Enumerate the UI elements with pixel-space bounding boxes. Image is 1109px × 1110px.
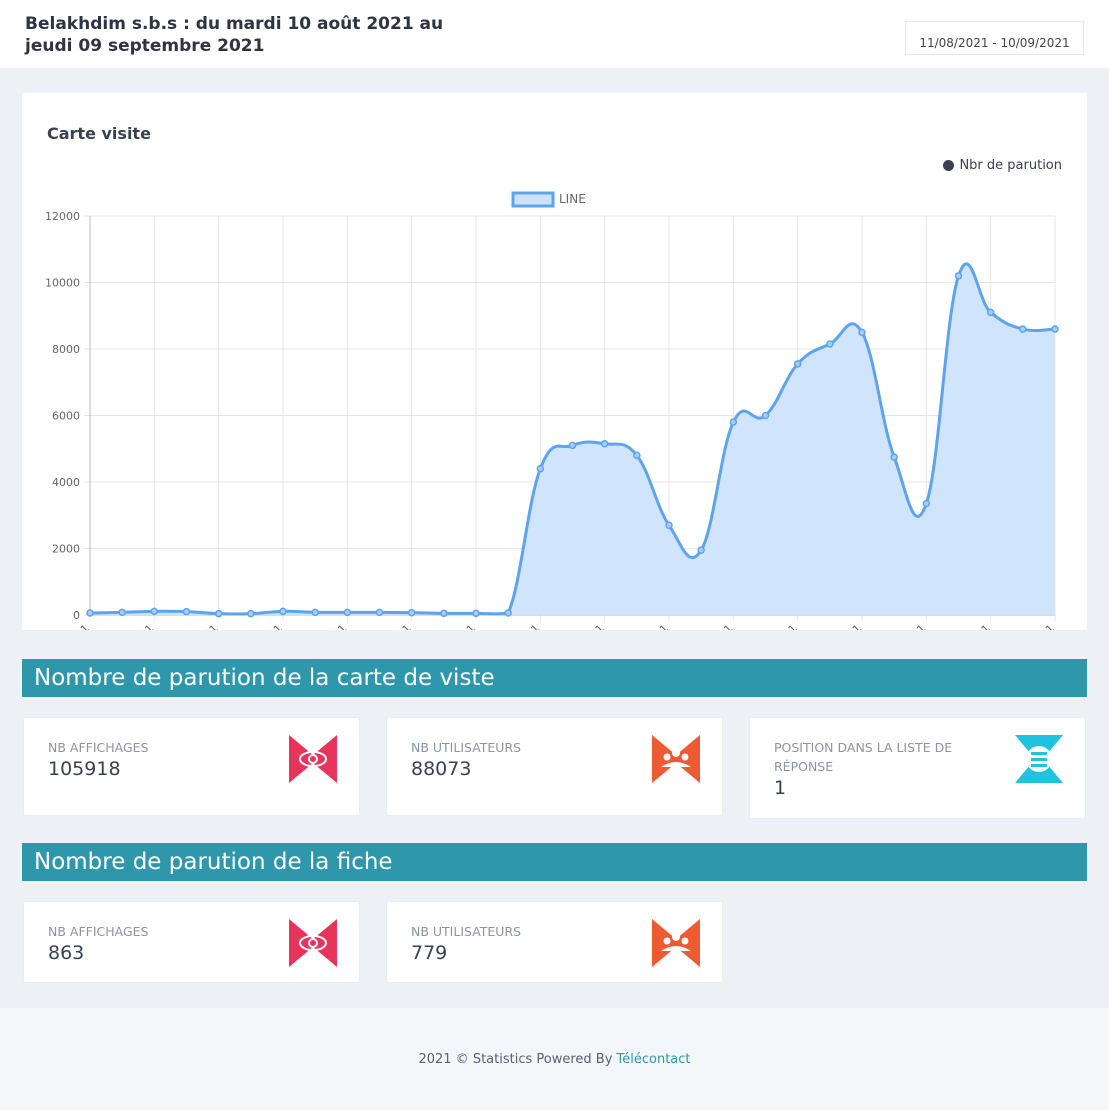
users-icon: [652, 919, 700, 967]
x-tick-label: 09-2021: [887, 622, 929, 630]
data-point[interactable]: [247, 609, 255, 618]
stat-label: NB AFFICHAGES: [48, 924, 149, 939]
y-tick-label: 8000: [52, 343, 80, 356]
line-chart: 0 2000 4000 6000 8000 10000 12000 08-2021 08-20…: [45, 191, 1059, 630]
x-tick-label: 09-2021: [1015, 622, 1057, 630]
stat-label: NB AFFICHAGES: [48, 740, 149, 755]
x-tick-label: 09-2021: [822, 622, 864, 630]
fiche-affichages-card: NB AFFICHAGES 863: [23, 901, 360, 983]
carte-utilisateurs-card: NB UTILISATEURS 88073: [386, 717, 723, 816]
chart-card: Carte visite Nbr de parution 0 2000 4000 60…: [22, 93, 1087, 630]
fiche-section-header: Nombre de parution de la fiche: [22, 843, 1087, 881]
footer-text: 2021 © Statistics Powered By Télécontact: [0, 1052, 1109, 1067]
x-tick-label: 08-2021: [179, 622, 221, 630]
stat-value: 779: [411, 942, 448, 964]
data-point[interactable]: [311, 608, 319, 617]
data-point[interactable]: [440, 609, 448, 618]
stat-value: 88073: [411, 758, 472, 780]
data-point[interactable]: [600, 440, 609, 448]
carte-section-header: Nombre de parution de la carte de viste: [22, 659, 1087, 697]
footer: 2021 © Statistics Powered By Télécontact: [0, 1008, 1109, 1110]
x-tick-label: 08-2021: [243, 622, 285, 630]
data-point[interactable]: [633, 451, 641, 460]
data-point[interactable]: [407, 608, 416, 617]
x-tick-label: 08-2021: [50, 622, 92, 630]
data-point[interactable]: [729, 418, 738, 426]
y-tick-label: 10000: [45, 277, 80, 290]
x-tick-label: 08-2021: [501, 622, 543, 630]
data-point[interactable]: [890, 453, 898, 461]
data-point[interactable]: [761, 411, 770, 420]
eye-icon: [289, 919, 337, 967]
y-tick-label: 6000: [52, 410, 80, 423]
data-point[interactable]: [1051, 325, 1059, 333]
stat-value: 863: [48, 942, 85, 964]
data-point[interactable]: [793, 360, 802, 368]
data-point[interactable]: [858, 328, 866, 337]
y-tick-label: 0: [73, 609, 80, 622]
data-point[interactable]: [536, 464, 545, 473]
x-tick-label: 08-2021: [629, 622, 671, 630]
data-point[interactable]: [697, 546, 705, 554]
data-point[interactable]: [954, 272, 963, 280]
carte-affichages-card: NB AFFICHAGES 105918: [23, 717, 360, 816]
stat-label: NB UTILISATEURS: [411, 740, 522, 755]
data-point[interactable]: [150, 607, 159, 616]
stat-label: NB UTILISATEURS: [411, 924, 522, 939]
users-icon: [652, 735, 700, 783]
data-point[interactable]: [826, 340, 834, 348]
eye-icon: [289, 735, 337, 783]
data-point[interactable]: [986, 308, 995, 317]
stat-label: POSITION DANS LA LISTE DE RÉPONSE: [774, 740, 953, 774]
list-icon: [1015, 735, 1063, 783]
data-point[interactable]: [279, 607, 287, 616]
series-area: [90, 263, 1055, 615]
data-point[interactable]: [375, 608, 384, 617]
data-point[interactable]: [86, 609, 94, 617]
series-legend-swatch[interactable]: [511, 191, 555, 208]
data-point[interactable]: [118, 608, 126, 617]
x-tick-label: 08-2021: [115, 622, 157, 630]
date-range-picker[interactable]: 11/08/2021 - 10/09/2021: [905, 21, 1084, 55]
data-point[interactable]: [504, 609, 512, 617]
top-bar: Belakhdim s.b.s : du mardi 10 août 2021 …: [0, 0, 1109, 68]
footer-brand-link[interactable]: Télécontact: [617, 1052, 691, 1067]
data-point[interactable]: [1019, 325, 1027, 333]
data-point[interactable]: [568, 441, 577, 450]
x-tick-label: 08-2021: [694, 622, 736, 630]
series-legend-label: LINE: [559, 192, 586, 206]
data-point[interactable]: [665, 521, 673, 529]
x-tick-label: 08-2021: [565, 622, 607, 630]
x-tick-label: 09-2021: [951, 622, 993, 630]
y-tick-label: 12000: [45, 210, 80, 223]
stat-value: 1: [774, 777, 787, 799]
x-tick-label: 08-2021: [372, 622, 414, 630]
y-tick-label: 4000: [52, 476, 80, 489]
data-point[interactable]: [472, 609, 480, 618]
data-point[interactable]: [214, 609, 223, 618]
footer-copyright: 2021 © Statistics Powered By: [418, 1052, 613, 1067]
carte-position-card: POSITION DANS LA LISTE DE RÉPONSE 1: [749, 717, 1086, 819]
page-title: Belakhdim s.b.s : du mardi 10 août 2021 …: [25, 14, 444, 56]
y-tick-label: 2000: [52, 543, 80, 556]
x-tick-label: 08-2021: [436, 622, 478, 630]
x-tick-label: 08-2021: [308, 622, 350, 630]
stat-value: 105918: [48, 758, 121, 780]
fiche-utilisateurs-card: NB UTILISATEURS 779: [386, 901, 723, 983]
data-point[interactable]: [922, 499, 931, 508]
x-tick-label: 08-2021: [758, 622, 800, 630]
data-point[interactable]: [182, 607, 191, 616]
data-point[interactable]: [343, 608, 352, 617]
